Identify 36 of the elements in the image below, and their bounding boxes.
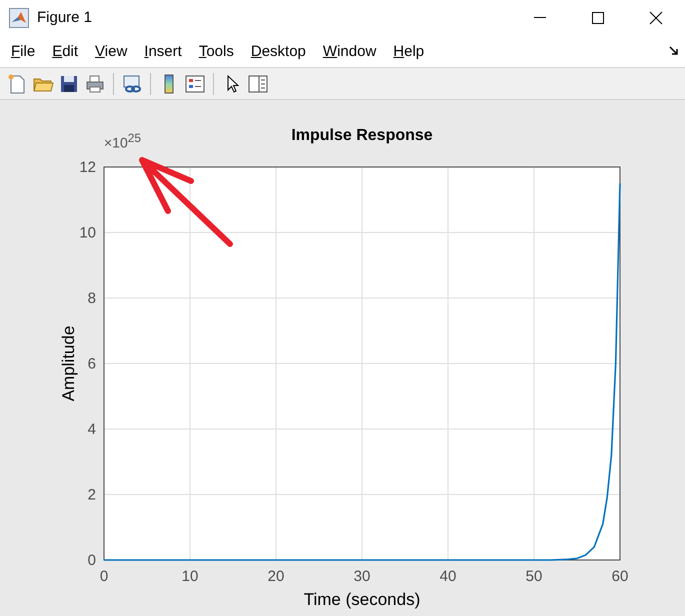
menu-item[interactable]: Window: [316, 40, 384, 62]
dock-arrow-icon[interactable]: [669, 46, 679, 56]
y-tick-label: 2: [88, 486, 96, 504]
menu-item[interactable]: Insert: [137, 40, 189, 62]
x-tick-label: 30: [354, 568, 370, 585]
legend-icon[interactable]: [184, 72, 206, 94]
print-icon[interactable]: [84, 72, 106, 94]
x-tick-label: 10: [182, 568, 198, 585]
chart-title: Impulse Response: [291, 127, 433, 144]
y-tick-label: 6: [88, 356, 96, 372]
link-icon[interactable]: [121, 72, 143, 94]
x-tick-label: 40: [440, 568, 456, 585]
window-title: Figure 1: [37, 9, 92, 26]
menu-item[interactable]: Desktop: [244, 40, 313, 62]
property-panel-icon[interactable]: [247, 72, 269, 94]
x-tick-label: 20: [268, 568, 284, 585]
menu-item[interactable]: Help: [386, 40, 432, 62]
menu-item[interactable]: Edit: [45, 40, 86, 62]
x-tick-label: 50: [526, 568, 542, 585]
y-tick-label: 0: [88, 552, 96, 569]
y-tick-label: 12: [79, 159, 96, 176]
y-tick-label: 8: [88, 290, 96, 307]
maximize-icon: [591, 10, 605, 24]
menu-item[interactable]: File: [4, 40, 42, 62]
close-icon: [649, 10, 663, 24]
x-axis-label: Time (seconds): [304, 590, 420, 609]
x-tick-label: 0: [100, 568, 108, 585]
exponent-label: ×10$^{25}$: [104, 131, 142, 151]
y-tick-label: 4: [88, 421, 96, 438]
x-tick-label: 60: [612, 568, 628, 585]
minimize-icon: [534, 17, 546, 18]
menu-item[interactable]: Tools: [192, 40, 241, 62]
menu-item[interactable]: View: [88, 40, 134, 62]
y-axis-label: Amplitude: [59, 326, 78, 402]
app-logo-icon: [9, 8, 29, 28]
y-tick-label: 10: [79, 224, 96, 242]
